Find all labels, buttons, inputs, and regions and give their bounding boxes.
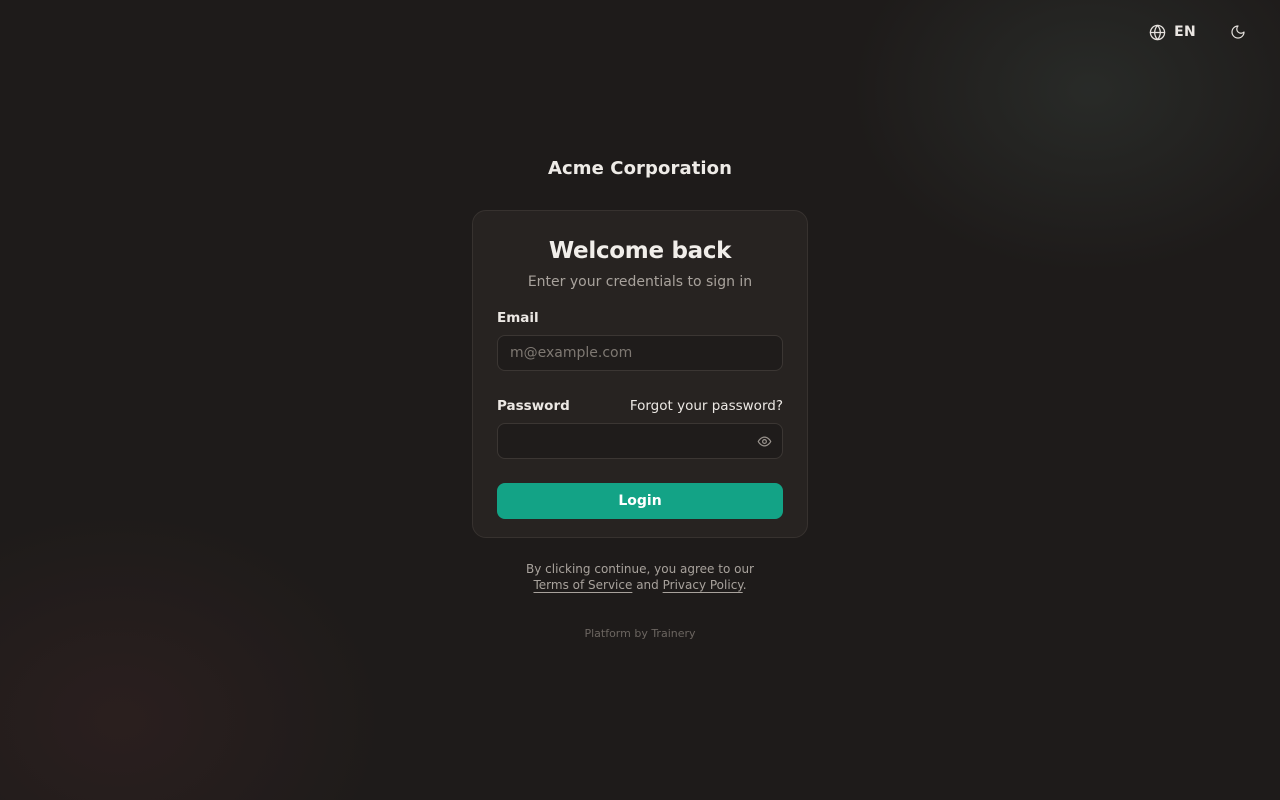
top-bar: EN	[1139, 0, 1280, 64]
organization-name: Acme Corporation	[547, 158, 733, 179]
login-card: Welcome back Enter your credentials to s…	[472, 210, 808, 538]
terms-of-service-link[interactable]: Terms of Service	[533, 578, 632, 592]
legal-notice: By clicking continue, you agree to our T…	[0, 561, 1280, 593]
password-input[interactable]	[497, 423, 783, 459]
platform-credit: Platform by Trainery	[584, 627, 696, 640]
email-input[interactable]	[497, 335, 783, 371]
eye-icon[interactable]	[755, 432, 773, 450]
password-label: Password	[497, 398, 570, 414]
theme-toggle-button[interactable]	[1220, 14, 1256, 50]
language-label: EN	[1174, 24, 1196, 40]
email-label: Email	[497, 310, 539, 326]
legal-suffix: .	[742, 578, 747, 592]
moon-icon	[1230, 24, 1246, 40]
legal-and: and	[636, 578, 659, 592]
login-button[interactable]: Login	[497, 483, 783, 519]
password-field-wrapper	[497, 415, 783, 459]
privacy-policy-link[interactable]: Privacy Policy	[663, 578, 743, 592]
login-subtitle: Enter your credentials to sign in	[527, 274, 753, 290]
language-switcher[interactable]: EN	[1139, 14, 1206, 50]
globe-icon	[1149, 24, 1166, 41]
forgot-password-link[interactable]: Forgot your password?	[630, 398, 783, 414]
login-title: Welcome back	[548, 238, 732, 264]
legal-prefix: By clicking continue, you agree to our	[526, 562, 754, 576]
